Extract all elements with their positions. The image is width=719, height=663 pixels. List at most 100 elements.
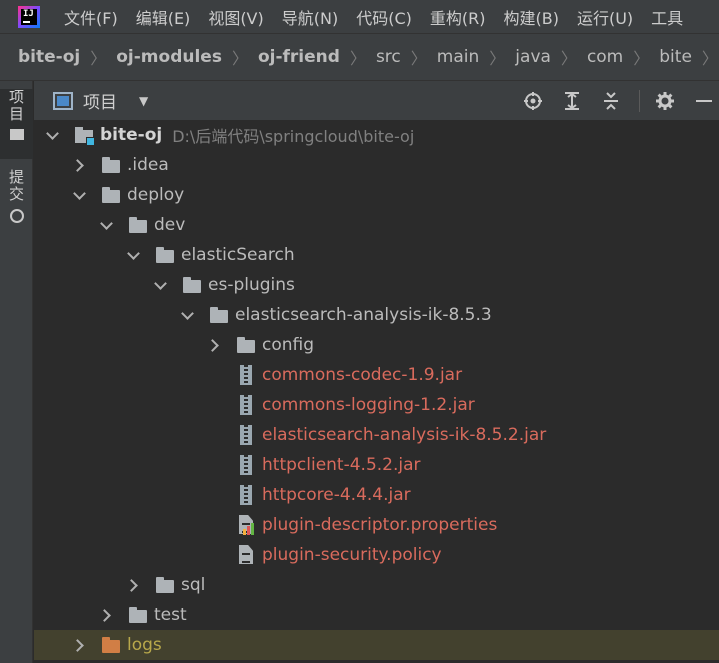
folder-icon xyxy=(155,245,175,265)
menu-run[interactable]: 运行(U) xyxy=(577,5,633,29)
project-tool-tab[interactable]: 项目 xyxy=(0,89,33,159)
tree-row-label: elasticsearch-analysis-ik-8.5.3 xyxy=(235,305,492,325)
menu-tools[interactable]: 工具 xyxy=(651,5,683,29)
tree-row-commons-logging[interactable]: commons-logging-1.2.jar xyxy=(34,390,719,420)
folder-icon xyxy=(182,275,202,295)
tree-row-ik-folder[interactable]: elasticsearch-analysis-ik-8.5.3 xyxy=(34,300,719,330)
tree-row-label: test xyxy=(154,605,187,625)
jar-file-icon xyxy=(236,425,256,445)
chevron-down-icon[interactable] xyxy=(127,249,139,261)
tree-row-label: config xyxy=(262,335,315,355)
expand-all-icon[interactable] xyxy=(561,90,583,112)
breadcrumb: bite-oj 〉 oj-modules 〉 oj-friend 〉 src 〉… xyxy=(0,33,719,81)
panel-toolbar xyxy=(522,81,719,120)
project-panel-header: 项目 ▼ xyxy=(34,81,719,120)
commit-icon xyxy=(9,209,24,223)
menu-file[interactable]: 文件(F) xyxy=(64,5,118,29)
locate-file-icon[interactable] xyxy=(522,90,544,112)
breadcrumb-separator-icon: 〉 xyxy=(633,49,650,68)
tree-row-label: plugin-descriptor.properties xyxy=(262,515,498,535)
tree-row-es-plugins[interactable]: es-plugins xyxy=(34,270,719,300)
breadcrumb-item[interactable]: com xyxy=(587,47,623,67)
toolbar-divider xyxy=(639,89,640,112)
tree-row-label: deploy xyxy=(127,185,185,205)
tree-row-httpcore[interactable]: httpcore-4.4.4.jar xyxy=(34,480,719,510)
breadcrumb-item[interactable]: src xyxy=(376,47,401,67)
panel-title[interactable]: 项目 xyxy=(83,88,117,113)
breadcrumb-item[interactable]: oj-modules xyxy=(116,47,222,67)
folder-icon xyxy=(155,575,175,595)
breadcrumb-separator-icon: 〉 xyxy=(90,49,107,68)
menu-navigate[interactable]: 导航(N) xyxy=(282,5,338,29)
tree-row-httpclient[interactable]: httpclient-4.5.2.jar xyxy=(34,450,719,480)
chevron-right-icon[interactable] xyxy=(127,579,139,591)
chevron-down-icon[interactable] xyxy=(181,309,193,321)
tree-row-ik-jar[interactable]: elasticsearch-analysis-ik-8.5.2.jar xyxy=(34,420,719,450)
tree-row-label: sql xyxy=(181,575,206,595)
chevron-right-icon[interactable] xyxy=(208,339,220,351)
chevron-right-icon[interactable] xyxy=(73,639,85,651)
jar-file-icon xyxy=(236,365,256,385)
chevron-down-icon[interactable] xyxy=(73,189,85,201)
breadcrumb-separator-icon: 〉 xyxy=(489,49,506,68)
tree-row-config[interactable]: config xyxy=(34,330,719,360)
tree-row-label: logs xyxy=(127,635,162,655)
module-folder-icon xyxy=(74,125,95,146)
breadcrumb-item[interactable]: java xyxy=(515,47,551,67)
tree-row-commons-codec[interactable]: commons-codec-1.9.jar xyxy=(34,360,719,390)
menu-view[interactable]: 视图(V) xyxy=(208,5,263,29)
properties-file-icon xyxy=(236,515,256,535)
chevron-down-icon[interactable]: ▼ xyxy=(139,94,148,108)
commit-tool-tab-label: 提交 xyxy=(7,169,25,203)
left-tool-strip: 项目 提交 xyxy=(0,81,33,663)
tree-row-label: elasticsearch-analysis-ik-8.5.2.jar xyxy=(262,425,547,445)
tree-row-plugin-descriptor[interactable]: plugin-descriptor.properties xyxy=(34,510,719,540)
tree-row-logs[interactable]: logs xyxy=(34,630,719,660)
excluded-folder-icon xyxy=(101,635,121,655)
chevron-right-icon[interactable] xyxy=(73,159,85,171)
minimize-icon[interactable] xyxy=(693,90,715,112)
menu-refactor[interactable]: 重构(R) xyxy=(430,5,486,29)
tree-row-bite-oj[interactable]: bite-oj D:\后端代码\springcloud\bite-oj xyxy=(34,120,719,150)
tree-row-label: commons-logging-1.2.jar xyxy=(262,395,475,415)
breadcrumb-item[interactable]: bite xyxy=(659,47,692,67)
breadcrumb-item[interactable]: bite-oj xyxy=(18,47,80,67)
breadcrumb-item[interactable]: main xyxy=(437,47,479,67)
tree-row-idea[interactable]: .idea xyxy=(34,150,719,180)
tree-row-label: httpcore-4.4.4.jar xyxy=(262,485,411,505)
folder-icon xyxy=(101,155,121,175)
tree-row-elasticsearch[interactable]: elasticSearch xyxy=(34,240,719,270)
collapse-all-icon[interactable] xyxy=(600,90,622,112)
intellij-logo-icon[interactable]: IJ xyxy=(18,5,40,28)
project-tool-tab-label: 项目 xyxy=(7,89,25,123)
commit-tool-tab[interactable]: 提交 xyxy=(0,169,33,239)
menu-code[interactable]: 代码(C) xyxy=(356,5,412,29)
gear-icon[interactable] xyxy=(654,90,676,112)
tree-row-dev[interactable]: dev xyxy=(34,210,719,240)
module-path: D:\后端代码\springcloud\bite-oj xyxy=(172,127,415,146)
breadcrumb-separator-icon: 〉 xyxy=(231,49,248,68)
breadcrumb-separator-icon: 〉 xyxy=(560,49,577,68)
tree-row-test[interactable]: test xyxy=(34,600,719,630)
chevron-right-icon[interactable] xyxy=(100,609,112,621)
chevron-down-icon[interactable] xyxy=(100,219,112,231)
menu-edit[interactable]: 编辑(E) xyxy=(136,5,191,29)
tree-row-sql[interactable]: sql xyxy=(34,570,719,600)
tree-row-label: httpclient-4.5.2.jar xyxy=(262,455,421,475)
tree-row-deploy[interactable]: deploy xyxy=(34,180,719,210)
tree-row-label: elasticSearch xyxy=(181,245,295,265)
breadcrumb-item[interactable]: oj-friend xyxy=(258,47,340,67)
chevron-down-icon[interactable] xyxy=(46,129,58,141)
folder-icon xyxy=(9,129,24,140)
breadcrumb-separator-icon: 〉 xyxy=(349,49,366,68)
menu-build[interactable]: 构建(B) xyxy=(504,5,559,29)
tree-row-plugin-security[interactable]: plugin-security.policy xyxy=(34,540,719,570)
chevron-down-icon[interactable] xyxy=(154,279,166,291)
project-view-icon xyxy=(53,91,73,110)
